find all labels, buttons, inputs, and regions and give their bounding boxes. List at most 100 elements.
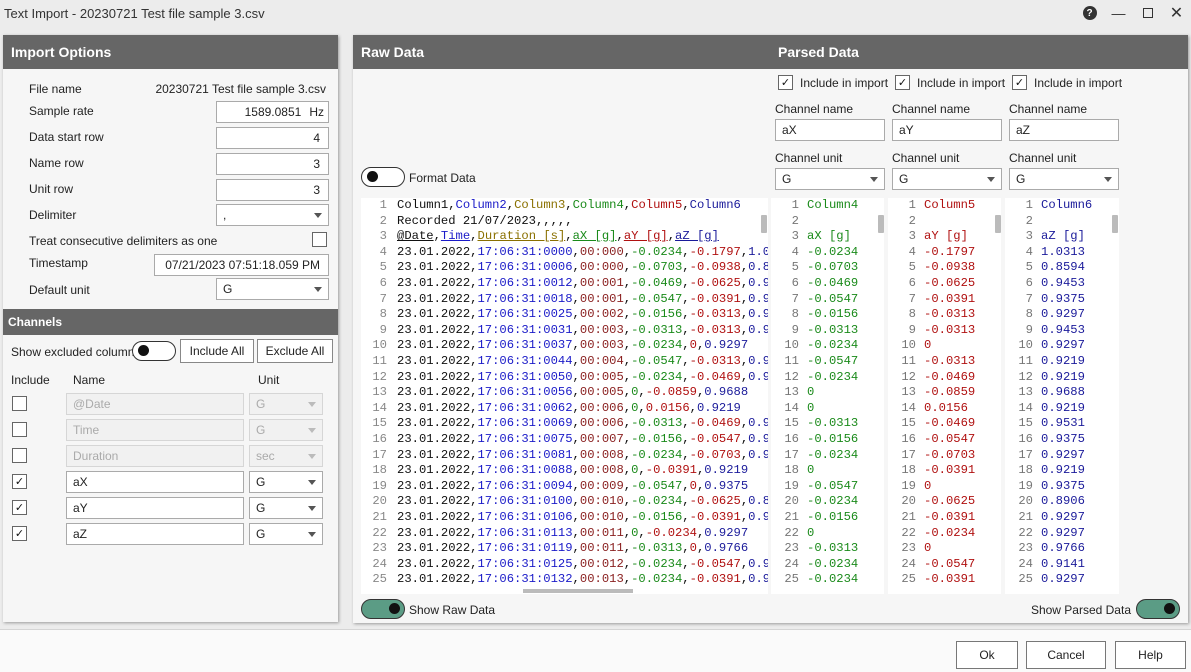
parsed-value: -0.0547 [924, 556, 976, 571]
channel-unit-select[interactable]: G [249, 471, 323, 493]
cancel-button[interactable]: Cancel [1026, 641, 1106, 669]
default-unit-select[interactable]: G [216, 278, 329, 300]
raw-field: 23.01.2022 [397, 494, 471, 509]
parsed-column[interactable]: 1 Column5 2 3 aY [g] 4 -0.1797 5 -0.0938 6 -0.0625… [888, 198, 1001, 594]
channel-name-field[interactable]: @Date [66, 393, 244, 415]
channel-name-input[interactable]: aX [775, 119, 885, 141]
channel-include-checkbox[interactable]: ✓ [12, 474, 27, 489]
channel-unit-select[interactable]: G [775, 168, 885, 190]
channel-include-checkbox[interactable] [12, 422, 27, 437]
raw-field: aZ [g] [675, 229, 719, 244]
line-number: 9 [791, 322, 799, 337]
channel-unit-select[interactable]: G [249, 419, 323, 441]
parsed-line: 23 0 [888, 541, 931, 557]
raw-field: 17:06:31:0050 [477, 369, 573, 384]
parsed-column-scrollbar[interactable] [1112, 215, 1118, 233]
raw-data-hscrollbar[interactable] [523, 589, 633, 593]
delimiter: , [623, 494, 632, 509]
channel-unit-select[interactable]: G [249, 523, 323, 545]
line-number: 24 [784, 556, 799, 571]
parsed-value: -0.0703 [924, 447, 976, 462]
maximize-button[interactable] [1133, 0, 1162, 26]
timestamp-input[interactable]: 07/21/2023 07:51:18.059 PM [154, 254, 329, 276]
raw-data-view[interactable]: 1 Column1,Column2,Column3,Column4,Column5… [361, 198, 768, 594]
parsed-value: -0.0234 [924, 525, 976, 540]
channel-include-checkbox[interactable] [12, 396, 27, 411]
minimize-icon: — [1111, 5, 1126, 21]
raw-field: -0.0234 [631, 556, 683, 571]
channel-name-field[interactable]: aZ [66, 523, 244, 545]
parsed-column[interactable]: 1 Column4 2 3 aX [g] 4 -0.0234 5 -0.0703 6 -0.0469… [771, 198, 884, 594]
raw-data-scrollbar[interactable] [761, 215, 767, 233]
channel-name-field[interactable]: Duration [66, 445, 244, 467]
delimiter: , [572, 400, 580, 415]
parsed-column[interactable]: 1 Column6 2 3 aZ [g] 4 1.0313 5 0.8594 6 0.9453 7 0.… [1005, 198, 1119, 594]
channel-name-field[interactable]: aX [66, 471, 244, 493]
parsed-line: 16 -0.0547 [888, 432, 975, 448]
parsed-column-scrollbar[interactable] [995, 215, 1001, 233]
parsed-line: 25 -0.0391 [888, 572, 975, 588]
channel-unit-value: G [256, 527, 266, 541]
raw-field: 00:001 [579, 276, 624, 290]
show-parsed-data-toggle[interactable] [1136, 599, 1180, 619]
raw-data-line: 24 23.01.2022,17:06:31:0125,00:012,-0.023… [361, 557, 768, 573]
data-start-row-input[interactable]: 4 [216, 127, 329, 149]
channel-name-input[interactable]: aZ [1009, 119, 1119, 141]
channel-unit-select[interactable]: G [892, 168, 1002, 190]
line-number: 19 [372, 478, 387, 493]
ok-button[interactable]: Ok [956, 641, 1018, 669]
data-start-row-label: Data start row [29, 130, 104, 144]
channel-name-field[interactable]: aY [66, 497, 244, 519]
close-button[interactable]: ✕ [1162, 0, 1191, 26]
show-excluded-toggle[interactable] [132, 341, 176, 361]
unit-column-header: Unit [258, 373, 280, 387]
include-in-import-checkbox[interactable]: ✓ [1012, 75, 1027, 90]
parsed-value: aX [g] [807, 229, 851, 244]
channel-include-checkbox[interactable]: ✓ [12, 526, 27, 541]
delimiter-select[interactable]: , [216, 204, 329, 226]
include-in-import-checkbox[interactable]: ✓ [895, 75, 910, 90]
import-options-heading: Import Options [3, 35, 338, 69]
include-all-button[interactable]: Include All [180, 339, 254, 363]
data-preview-panel: Raw Data Parsed Data Format Data 1 Column… [353, 35, 1188, 623]
include-in-import-checkbox[interactable]: ✓ [778, 75, 793, 90]
line-number: 6 [791, 276, 799, 290]
line-number: 10 [901, 338, 916, 353]
parsed-value: 0.9219 [1041, 354, 1085, 368]
format-data-toggle[interactable] [361, 167, 405, 187]
channel-name-input[interactable]: aY [892, 119, 1002, 141]
channel-include-checkbox[interactable]: ✓ [12, 500, 27, 515]
raw-field: 17:06:31:0006 [477, 260, 573, 275]
treat-consecutive-checkbox[interactable] [312, 232, 327, 247]
unit-row-input[interactable]: 3 [216, 179, 329, 201]
raw-field: 23.01.2022 [397, 447, 471, 462]
parsed-value: -0.0391 [924, 510, 976, 524]
name-row-input[interactable]: 3 [216, 153, 329, 175]
channel-unit-select[interactable]: sec [249, 445, 323, 467]
line-number: 12 [784, 369, 799, 384]
channel-unit-select[interactable]: G [1009, 168, 1119, 190]
raw-field: 0.92 [748, 354, 768, 368]
raw-field: -0.0156 [631, 307, 683, 322]
line-number: 17 [901, 447, 916, 462]
channel-name-field[interactable]: Time [66, 419, 244, 441]
raw-data-line: 20 23.01.2022,17:06:31:0100,00:010,-0.023… [361, 494, 768, 510]
delimiter: , [572, 307, 580, 322]
parsed-line: 5 0.8594 [1005, 260, 1085, 276]
parsed-line: 7 -0.0547 [771, 292, 859, 308]
minimize-button[interactable]: — [1104, 0, 1133, 26]
parsed-value: 0.9297 [1041, 447, 1085, 462]
parsed-column-scrollbar[interactable] [878, 215, 884, 233]
line-number: 3 [379, 229, 387, 244]
channel-unit-select[interactable]: G [249, 497, 323, 519]
raw-data-line: 15 23.01.2022,17:06:31:0069,00:006,-0.031… [361, 416, 768, 432]
exclude-all-button[interactable]: Exclude All [257, 339, 333, 363]
channel-unit-select[interactable]: G [249, 393, 323, 415]
help-button[interactable]: ? [1075, 0, 1104, 26]
line-number: 8 [379, 307, 387, 322]
help-footer-button[interactable]: Help [1115, 641, 1186, 669]
channel-include-checkbox[interactable] [12, 448, 27, 463]
sample-rate-input[interactable]: 1589.0851 Hz [216, 101, 329, 123]
show-raw-data-toggle[interactable] [361, 599, 405, 619]
raw-field: 0.92 [748, 307, 768, 322]
